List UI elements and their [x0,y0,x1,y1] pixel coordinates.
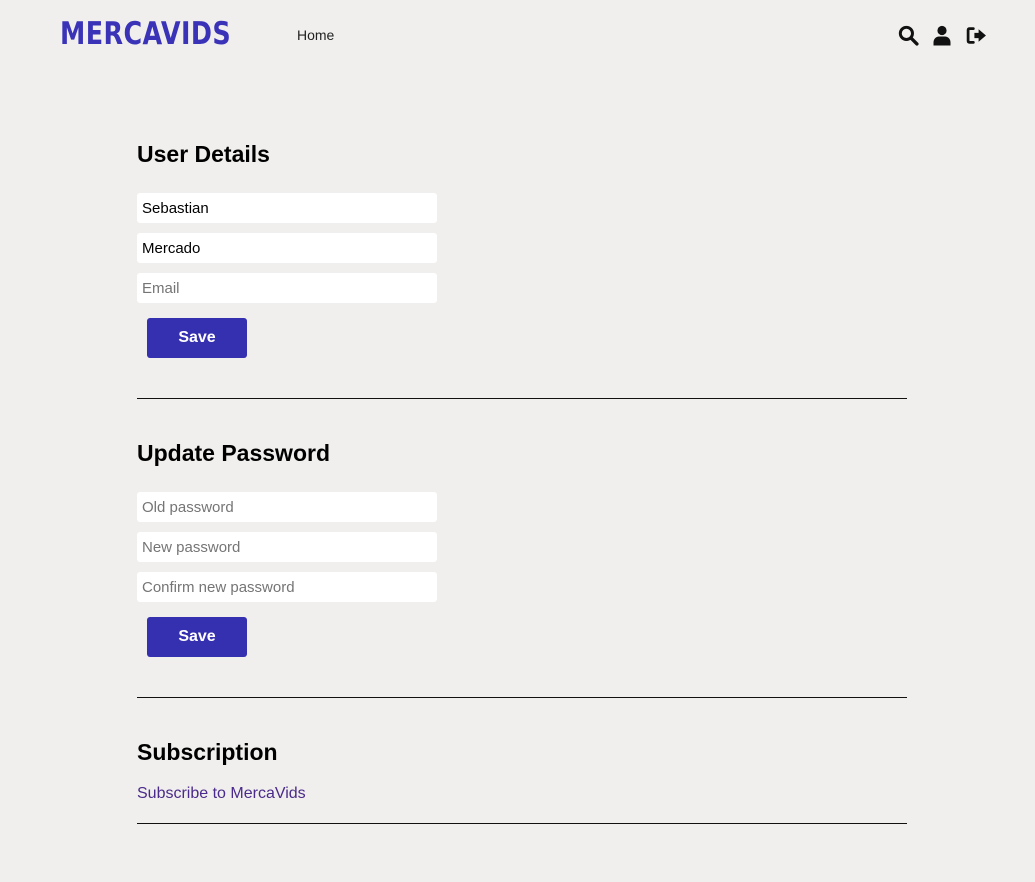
confirm-password-input[interactable] [137,572,437,602]
first-name-input[interactable] [137,193,437,223]
last-name-input[interactable] [137,233,437,263]
search-icon[interactable] [897,24,919,46]
header-icons [897,24,987,46]
new-password-input[interactable] [137,532,437,562]
logo[interactable]: MERCAVIDS [60,14,231,54]
save-password-button[interactable]: Save [147,617,247,657]
subscribe-link[interactable]: Subscribe to MercaVids [137,785,306,803]
user-icon[interactable] [931,24,953,46]
divider [137,398,907,399]
logout-icon[interactable] [965,24,987,46]
divider [137,697,907,698]
email-input[interactable] [137,273,437,303]
header: MERCAVIDS Home [0,0,1035,70]
nav-home-link[interactable]: Home [297,27,334,43]
save-user-details-button[interactable]: Save [147,318,247,358]
user-details-title: User Details [137,141,270,167]
divider [137,823,907,824]
subscription-title: Subscription [137,739,278,765]
update-password-title: Update Password [137,440,330,466]
old-password-input[interactable] [137,492,437,522]
